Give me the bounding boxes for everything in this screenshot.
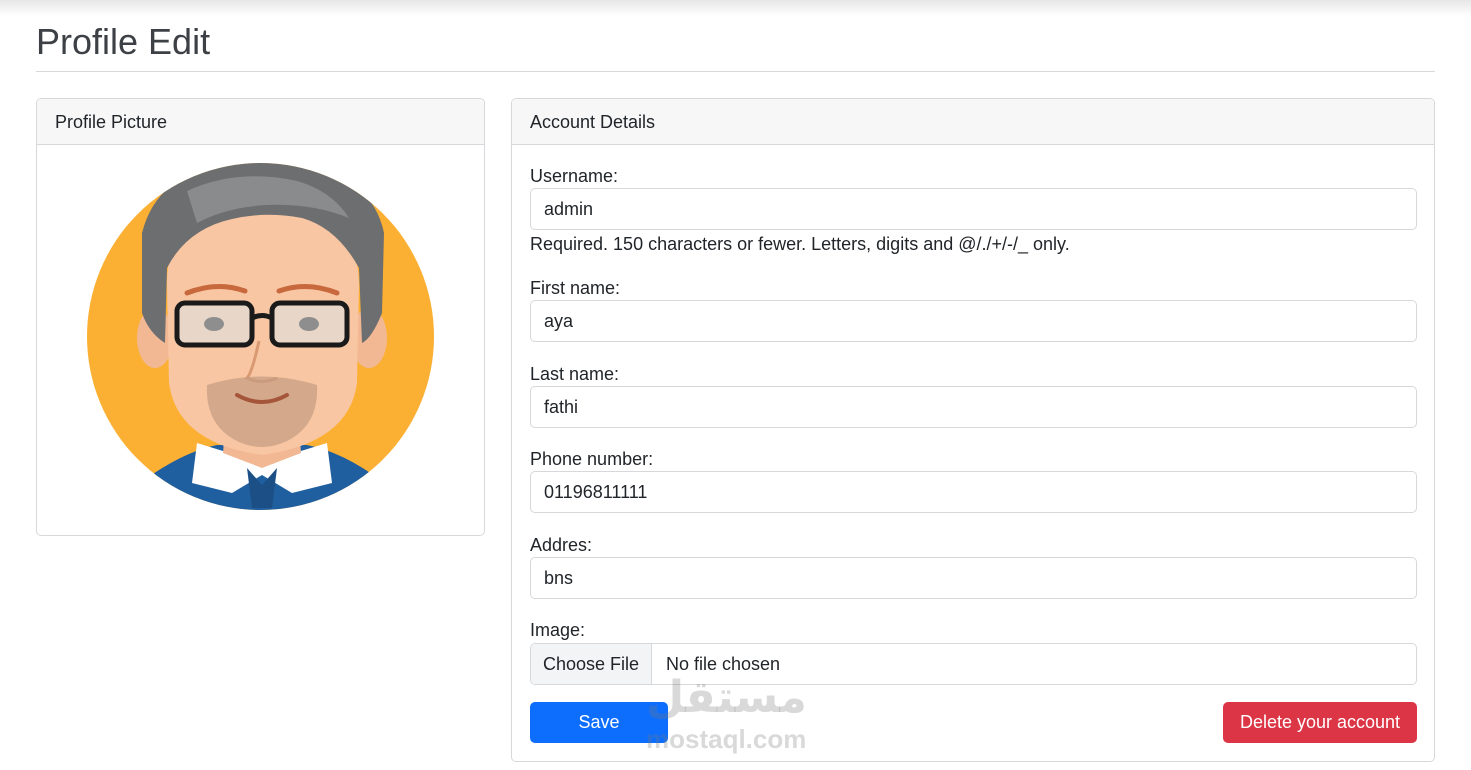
file-status-text: No file chosen — [666, 654, 781, 674]
account-details-card: Account Details Username: Required. 150 … — [511, 98, 1435, 762]
avatar — [87, 163, 434, 510]
save-changes-button[interactable]: Save changes — [530, 702, 668, 761]
top-shadow — [0, 0, 1471, 16]
cartoon-man-avatar-icon — [87, 163, 434, 510]
last-name-label: Last name: — [530, 364, 620, 384]
image-file-input[interactable]: Choose File No file chosen — [530, 643, 1417, 685]
username-label: Username: — [530, 166, 619, 186]
phone-input[interactable] — [530, 471, 1417, 513]
first-name-input[interactable] — [530, 300, 1417, 342]
address-input[interactable] — [530, 557, 1417, 599]
image-label: Image: — [530, 620, 586, 640]
page-title: Profile Edit — [36, 21, 211, 62]
first-name-label: First name: — [530, 278, 621, 298]
account-details-header: Account Details — [512, 99, 1434, 145]
address-label: Addres: — [530, 535, 593, 555]
last-name-input[interactable] — [530, 386, 1417, 428]
profile-picture-card: Profile Picture — [36, 98, 485, 536]
title-divider — [36, 71, 1435, 72]
profile-picture-header: Profile Picture — [37, 99, 484, 145]
delete-account-button[interactable]: Delete your account — [1223, 702, 1417, 743]
username-help-text: Required. 150 characters or fewer. Lette… — [530, 234, 1070, 254]
phone-label: Phone number: — [530, 449, 654, 469]
choose-file-button[interactable]: Choose File — [531, 644, 652, 684]
username-input[interactable] — [530, 188, 1417, 230]
